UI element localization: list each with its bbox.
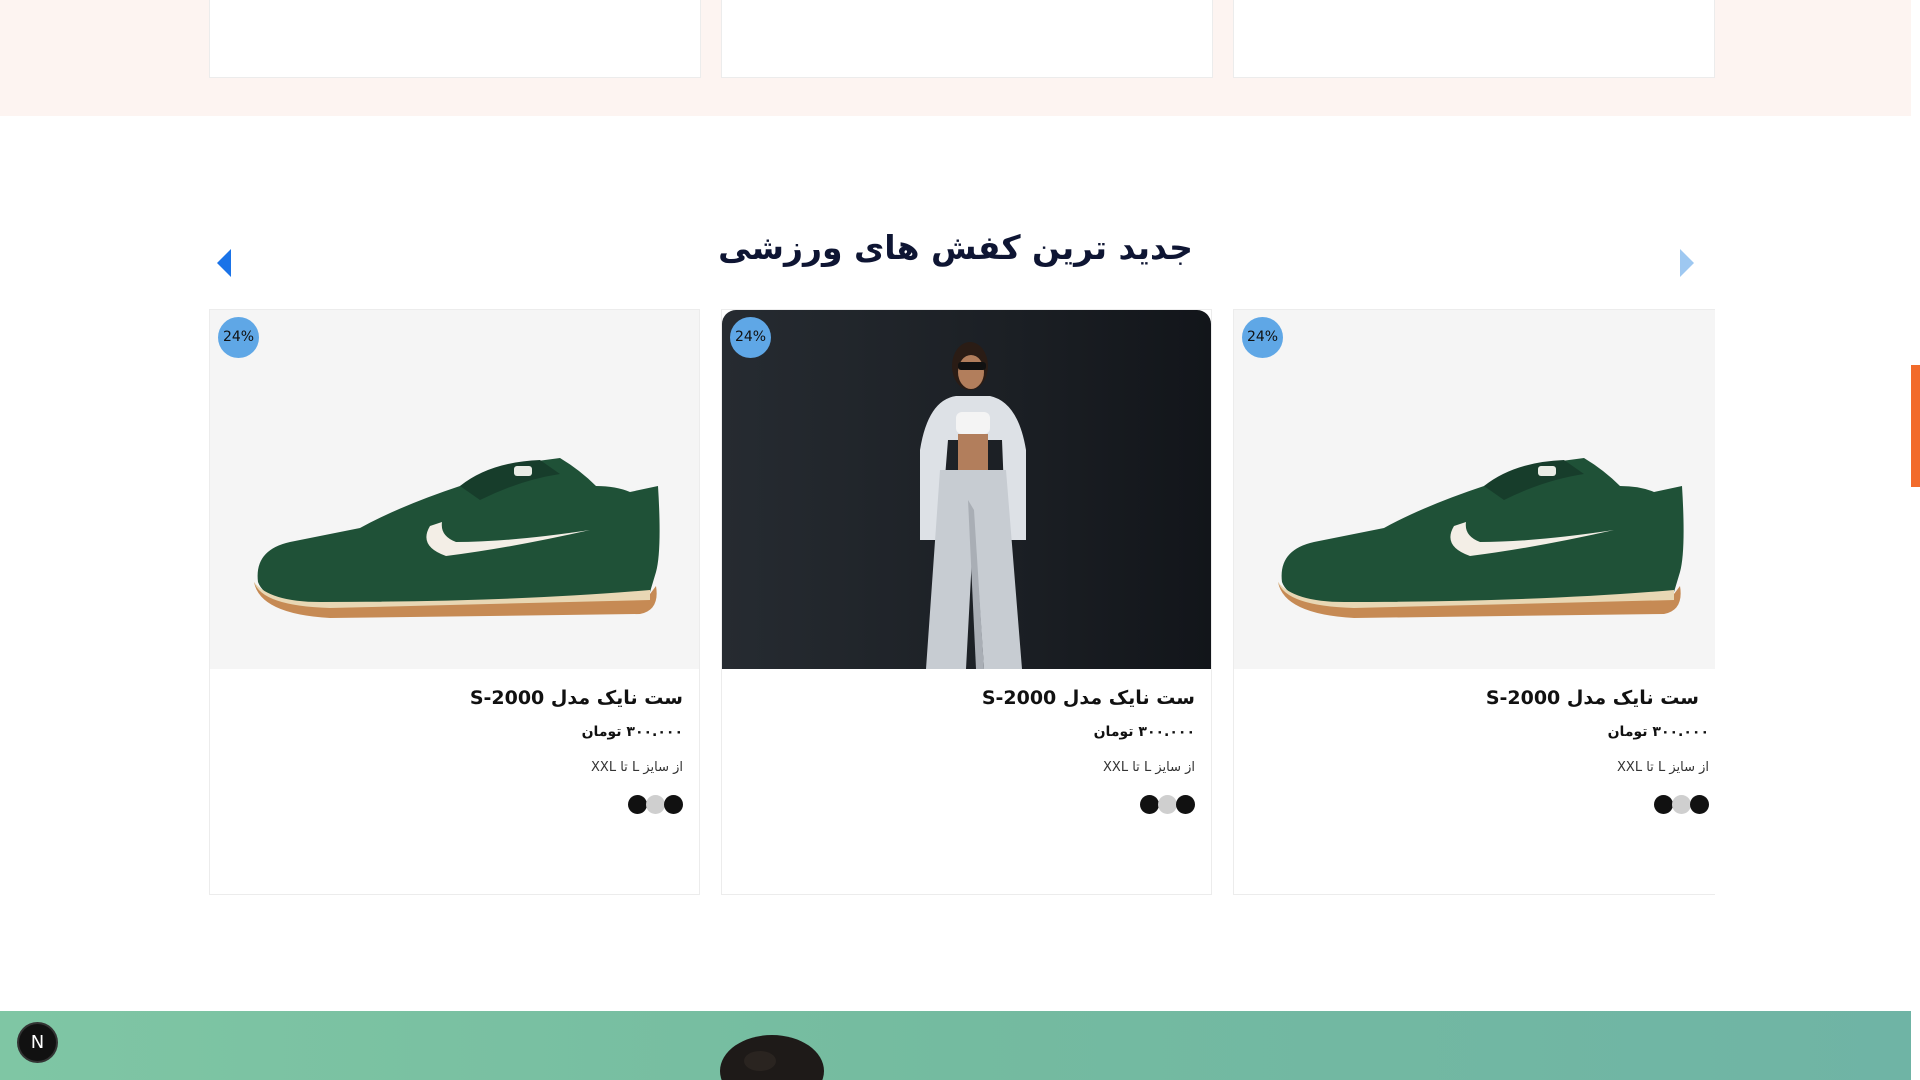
banner-person-image — [720, 1035, 824, 1080]
color-swatches — [1654, 795, 1709, 815]
promo-banner[interactable] — [0, 1011, 1911, 1080]
green-sneaker-image — [1278, 458, 1684, 618]
previous-card[interactable] — [1233, 0, 1715, 78]
section-title: جدید ترین کفش های ورزشی — [718, 228, 1193, 267]
product-card[interactable]: 24% ست نایک مدل S-2000 — [209, 309, 700, 895]
carousel-next-button[interactable] — [1674, 246, 1698, 280]
color-swatches — [1140, 795, 1195, 815]
discount-badge: 24% — [218, 317, 259, 358]
page-scrollbar-thumb[interactable] — [1911, 365, 1920, 487]
product-card[interactable]: 24% ست نایک مدل S-2000 — [1233, 309, 1715, 895]
caret-right-icon — [1680, 249, 1694, 277]
color-swatch[interactable] — [1690, 795, 1709, 814]
color-swatch[interactable] — [1176, 795, 1195, 814]
color-swatch[interactable] — [646, 795, 665, 814]
color-swatch[interactable] — [1672, 795, 1691, 814]
product-price: ۳۰۰.۰۰۰ تومان — [581, 724, 683, 740]
product-name[interactable]: ست نایک مدل S-2000 — [982, 687, 1195, 709]
product-size-range: از سایز L تا XXL — [1617, 760, 1709, 775]
woman-sweatsuit-image — [920, 342, 1026, 669]
color-swatch[interactable] — [1158, 795, 1177, 814]
product-size-range: از سایز L تا XXL — [1103, 760, 1195, 775]
color-swatch[interactable] — [1140, 795, 1159, 814]
color-swatches — [628, 795, 683, 815]
discount-badge: 24% — [1242, 317, 1283, 358]
color-swatch[interactable] — [628, 795, 647, 814]
previous-card[interactable] — [209, 0, 701, 78]
product-name[interactable]: ست نایک مدل S-2000 — [470, 687, 683, 709]
product-card[interactable]: 24% ست نایک مدل S-2000 — [721, 309, 1212, 895]
previous-section-band — [0, 0, 1911, 116]
product-name[interactable]: ست نایک مدل S-2000 — [1486, 687, 1699, 709]
product-price: ۳۰۰.۰۰۰ تومان — [1607, 724, 1709, 740]
framework-dev-badge[interactable]: N — [19, 1024, 56, 1061]
product-image[interactable]: 24% — [1234, 310, 1715, 669]
color-swatch[interactable] — [664, 795, 683, 814]
product-image[interactable]: 24% — [210, 310, 699, 669]
previous-card[interactable] — [721, 0, 1213, 78]
color-swatch[interactable] — [1654, 795, 1673, 814]
product-price: ۳۰۰.۰۰۰ تومان — [1093, 724, 1195, 740]
caret-left-icon — [217, 249, 231, 277]
green-sneaker-image — [254, 458, 660, 618]
product-size-range: از سایز L تا XXL — [591, 760, 683, 775]
product-image[interactable]: 24% — [722, 310, 1211, 669]
carousel-prev-button[interactable] — [213, 246, 237, 280]
discount-badge: 24% — [730, 317, 771, 358]
